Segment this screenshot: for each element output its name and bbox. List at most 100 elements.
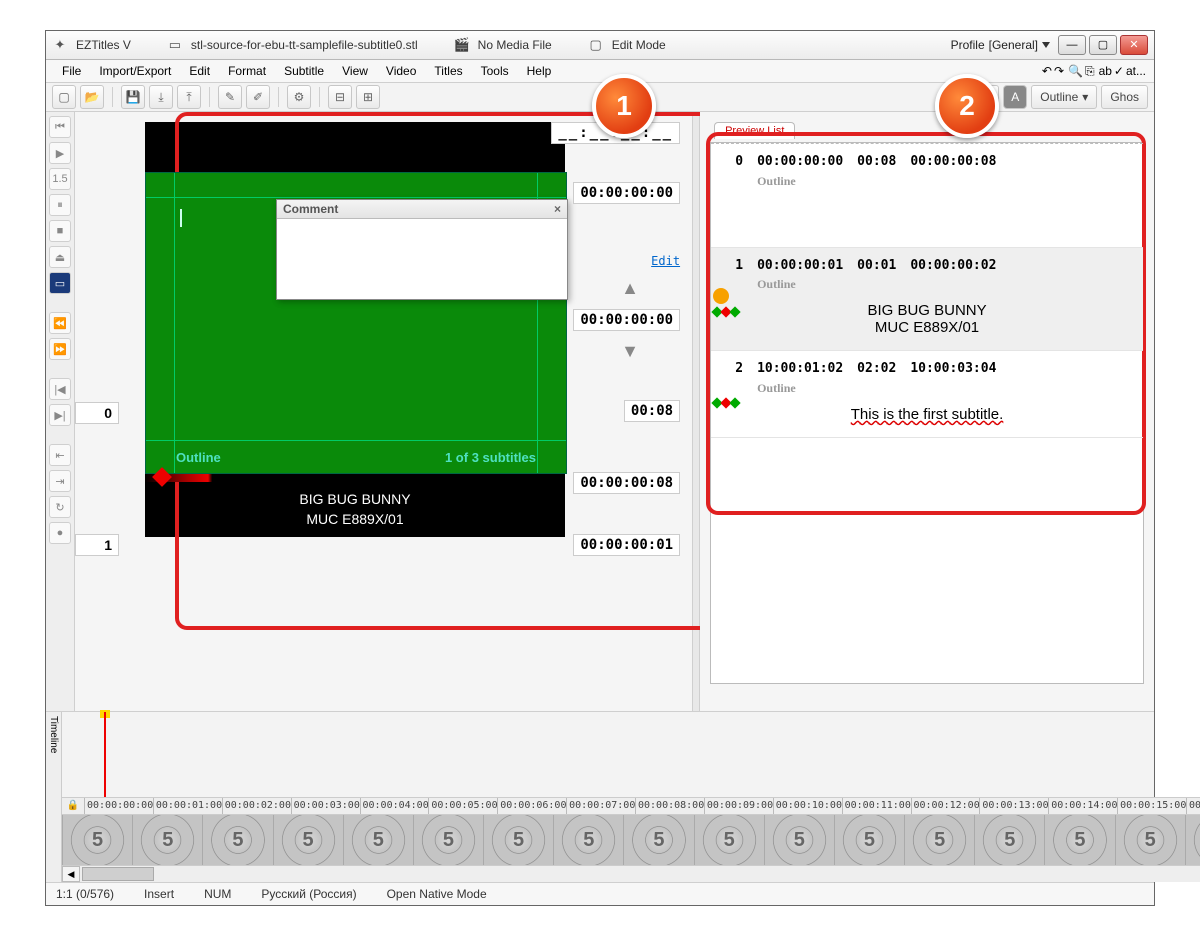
toolbar-row: ▢ 📂 💾 ⤓ ⤒ ✎ ✐ ⚙ ⊟ ⊞ ≡ A A Outline ▾ Ghos [46, 83, 1154, 112]
maximize-button[interactable]: ▢ [1089, 35, 1117, 55]
scroll-thumb[interactable] [82, 867, 154, 881]
search-button[interactable]: 🔍 [1068, 64, 1083, 78]
menu-file[interactable]: File [54, 62, 89, 80]
subtitle-edit-canvas[interactable]: Comment× Outline 1 of 3 subtitles [145, 172, 567, 474]
cue-markers-icon [713, 308, 739, 316]
menu-edit[interactable]: Edit [181, 62, 218, 80]
media-icon: 🎬 [454, 37, 470, 53]
minimize-button[interactable]: — [1058, 35, 1086, 55]
tab-preview-list[interactable]: Preview List [714, 122, 795, 139]
tc-next-in-field[interactable]: 00:00:00:01 [573, 534, 680, 556]
timeline-ruler[interactable]: 🔒 00:00:00:00 00:00:01:00 00:00:02:00 00… [62, 798, 1200, 815]
close-icon[interactable]: × [554, 202, 561, 216]
subtitle-index-0: 0 [75, 402, 119, 424]
list-item[interactable]: 100:00:00:0100:0100:00:00:02 Outline BIG… [711, 248, 1143, 352]
export-button[interactable]: ⤒ [177, 85, 201, 109]
mode-icon: ▢ [588, 37, 604, 53]
arrow-down-icon[interactable]: ▼ [621, 341, 639, 362]
pause-button[interactable]: ⏸ [49, 194, 71, 216]
save-button[interactable]: 💾 [121, 85, 145, 109]
comment-popup[interactable]: Comment× [276, 199, 568, 300]
tool-a-button[interactable]: ✎ [218, 85, 242, 109]
menu-tools[interactable]: Tools [473, 62, 517, 80]
menu-help[interactable]: Help [519, 62, 560, 80]
app-root: ✦ EZTitles V ▭ stl-source-for-ebu-tt-sam… [0, 0, 1200, 944]
lock-icon[interactable]: 🔒 [62, 798, 84, 814]
main-window: ✦ EZTitles V ▭ stl-source-for-ebu-tt-sam… [45, 30, 1155, 906]
skip-back-button[interactable]: |◀ [49, 378, 71, 400]
close-button[interactable]: ✕ [1120, 35, 1148, 55]
status-insert: Insert [144, 887, 174, 901]
copy-button[interactable]: ⎘ [1085, 64, 1095, 79]
import-button[interactable]: ⤓ [149, 85, 173, 109]
undo-button[interactable]: ↶ [1042, 64, 1052, 78]
step-back-button[interactable]: ⏪ [49, 312, 71, 334]
expand-button[interactable]: ⊞ [356, 85, 380, 109]
mode-name: Edit Mode [612, 38, 666, 52]
tc-top-field[interactable]: __:__:__:__ [551, 122, 680, 144]
playhead[interactable] [104, 712, 106, 797]
subtitle-index-1: 1 [75, 534, 119, 556]
menu-subtitle[interactable]: Subtitle [276, 62, 332, 80]
subtitle-counter: 1 of 3 subtitles [445, 450, 536, 465]
stop-button[interactable]: ■ [49, 220, 71, 242]
collapse-button[interactable]: ⊟ [328, 85, 352, 109]
jump-back-button[interactable]: ⇤ [49, 444, 71, 466]
comment-textarea[interactable] [277, 219, 567, 299]
file-name: stl-source-for-ebu-tt-samplefile-subtitl… [191, 38, 418, 52]
jump-fwd-button[interactable]: ⇥ [49, 470, 71, 492]
horizontal-scrollbar[interactable]: ◀ ▶ [62, 865, 1200, 882]
check-button[interactable]: ✓ [1114, 64, 1124, 78]
arrow-up-icon[interactable]: ▲ [621, 278, 639, 299]
main-area: ⏮ ▶ 1.5 ⏸ ■ ⏏ ▭ ⏪ ⏩ |◀ ▶| ⇤ ⇥ ↻ ● [46, 112, 1154, 711]
font-a-button[interactable]: A [975, 85, 999, 109]
subtitle-index-column: 0 1 [75, 122, 119, 556]
menu-titles[interactable]: Titles [426, 62, 470, 80]
step-fwd-button[interactable]: ⏩ [49, 338, 71, 360]
ghost-button[interactable]: Ghos [1101, 85, 1148, 109]
play-prev-button[interactable]: ⏮ [49, 116, 71, 138]
eject-button[interactable]: ⏏ [49, 246, 71, 268]
play-button[interactable]: ▶ [49, 142, 71, 164]
timeline-track[interactable] [62, 712, 1200, 798]
tc-mid-field[interactable]: 00:00:00:00 [573, 309, 680, 331]
menu-import-export[interactable]: Import/Export [91, 62, 179, 80]
menu-view[interactable]: View [334, 62, 376, 80]
file-icon: ▭ [167, 37, 183, 53]
skip-fwd-button[interactable]: ▶| [49, 404, 71, 426]
record-button[interactable]: ● [49, 522, 71, 544]
titlebar: ✦ EZTitles V ▭ stl-source-for-ebu-tt-sam… [46, 31, 1154, 60]
spellcheck-button[interactable]: ab [1099, 64, 1112, 78]
tool-b-button[interactable]: ✐ [246, 85, 270, 109]
status-language: Русский (Россия) [261, 887, 356, 901]
clock-icon [713, 288, 729, 304]
profile-selector[interactable]: Profile [General] [951, 38, 1050, 52]
tc-out-field[interactable]: 00:00:00:08 [573, 472, 680, 494]
align-left-button[interactable]: ≡ [947, 85, 971, 109]
statusbar: 1:1 (0/576) Insert NUM Русский (Россия) … [46, 882, 1154, 905]
speed-button[interactable]: 1.5 [49, 168, 71, 190]
splitter[interactable] [692, 112, 700, 711]
scroll-left-button[interactable]: ◀ [62, 866, 80, 882]
timeline-strip[interactable] [145, 474, 565, 482]
loop-button[interactable]: ↻ [49, 496, 71, 518]
at-button[interactable]: at... [1126, 64, 1146, 78]
menu-video[interactable]: Video [378, 62, 424, 80]
settings-button[interactable]: ⚙ [287, 85, 311, 109]
timeline-panel: Timeline 🔒 00:00:00:00 00:00:01:00 00:00… [46, 711, 1154, 882]
preview-list[interactable]: 000:00:00:0000:0800:00:00:08 Outline 100… [710, 142, 1144, 684]
font-style-button[interactable]: A [1003, 85, 1027, 109]
redo-button[interactable]: ↷ [1054, 64, 1064, 78]
menu-format[interactable]: Format [220, 62, 274, 80]
new-button[interactable]: ▢ [52, 85, 76, 109]
thumbnail-strip[interactable]: 55555555555555555 [62, 815, 1200, 865]
open-button[interactable]: 📂 [80, 85, 104, 109]
status-position: 1:1 (0/576) [56, 887, 114, 901]
tc-in-field[interactable]: 00:00:00:00 [573, 182, 680, 204]
tc-duration-field[interactable]: 00:08 [624, 400, 680, 422]
list-item[interactable]: 000:00:00:0000:0800:00:00:08 Outline [711, 143, 1143, 248]
outline-style-button[interactable]: Outline ▾ [1031, 85, 1097, 109]
edit-link[interactable]: Edit [651, 254, 680, 268]
screen-button[interactable]: ▭ [49, 272, 71, 294]
list-item[interactable]: 210:00:01:0202:0210:00:03:04 Outline Thi… [711, 351, 1143, 438]
